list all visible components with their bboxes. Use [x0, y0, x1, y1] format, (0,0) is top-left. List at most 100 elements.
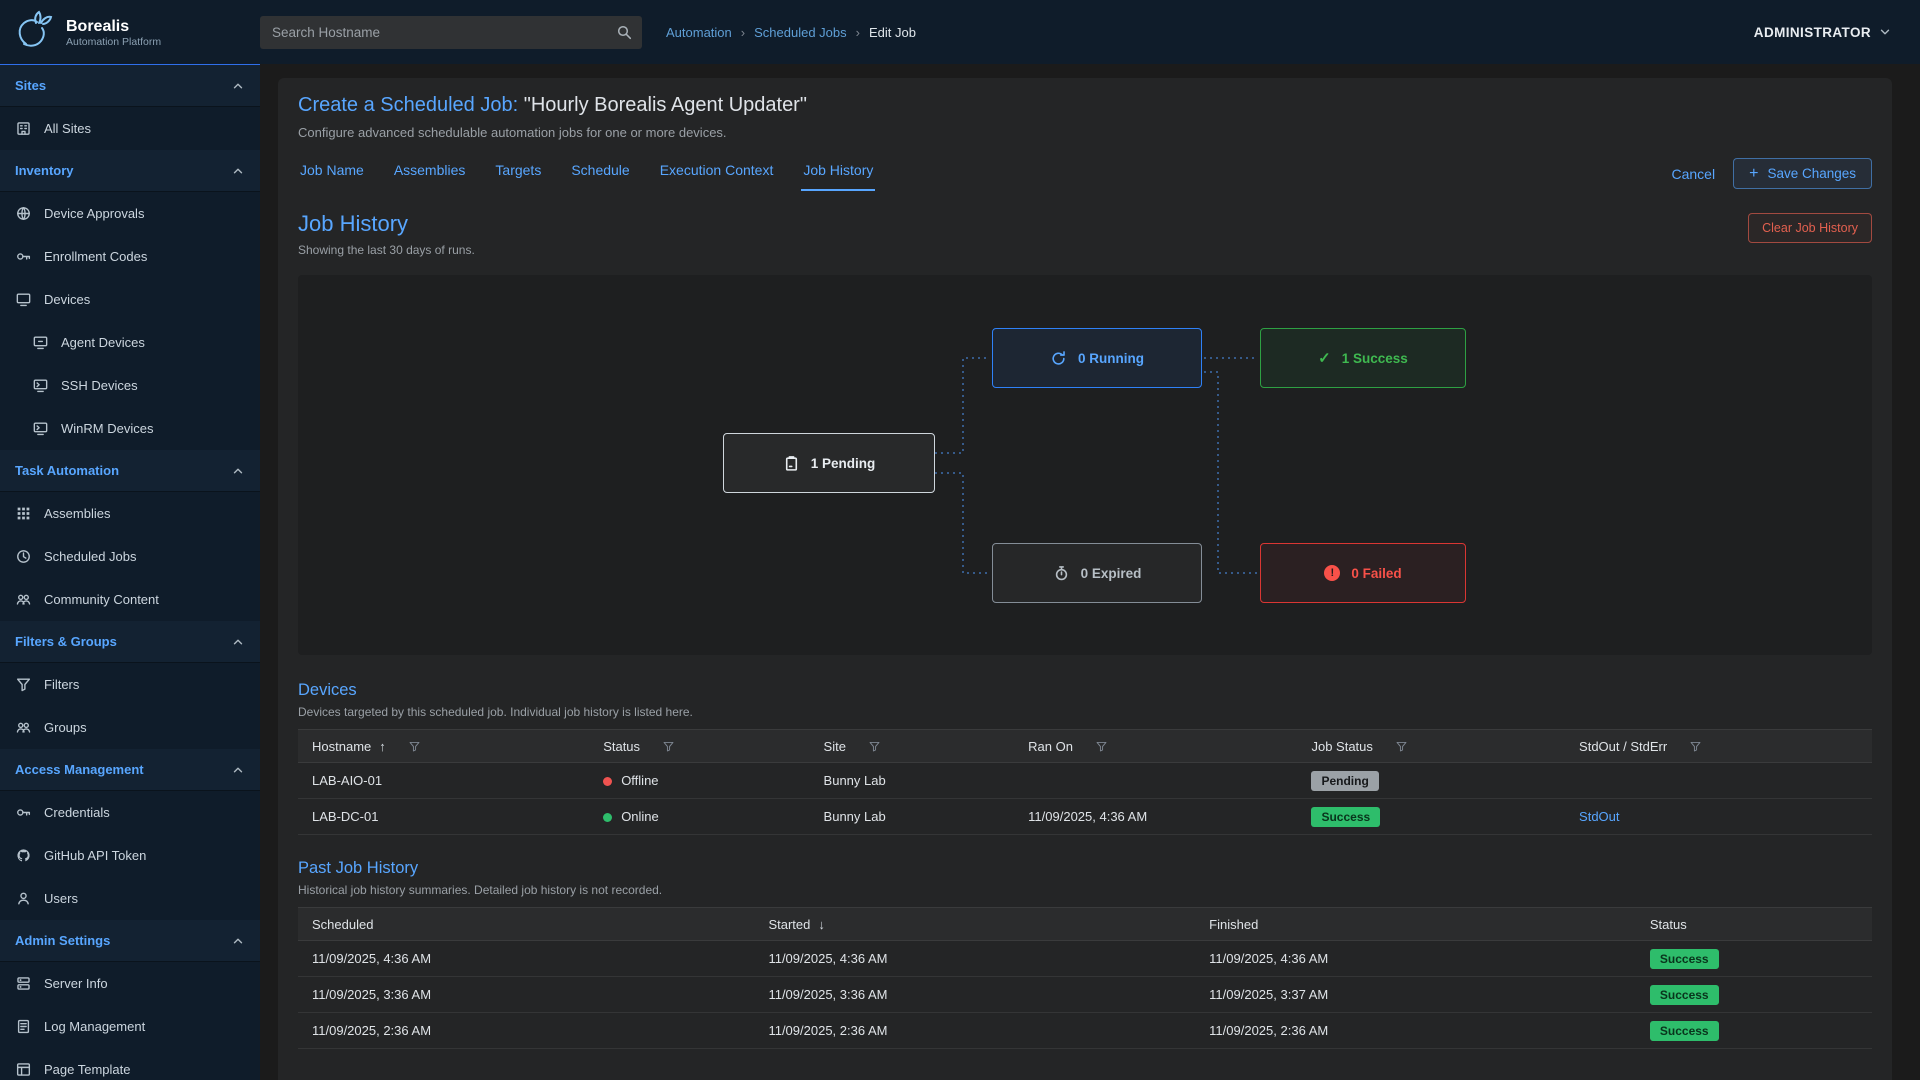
status-cell: Success — [1636, 977, 1872, 1013]
status-cell: Success — [1636, 941, 1872, 977]
col-stdout-stderr[interactable]: StdOut / StdErr — [1565, 730, 1872, 763]
sidebar-item-users[interactable]: Users — [0, 877, 260, 920]
sidebar-item-winrm-devices[interactable]: WinRM Devices — [0, 407, 260, 450]
sidebar-section-access-management[interactable]: Access Management — [0, 749, 260, 791]
column-filter-icon[interactable] — [868, 740, 881, 753]
sync-icon — [1050, 350, 1067, 367]
col-site[interactable]: Site — [810, 730, 1015, 763]
sidebar-item-all-sites[interactable]: All Sites — [0, 107, 260, 150]
column-filter-icon[interactable] — [1095, 740, 1108, 753]
groups-icon — [15, 719, 32, 736]
sidebar-item-groups[interactable]: Groups — [0, 706, 260, 749]
sidebar-item-page-template[interactable]: Page Template — [0, 1048, 260, 1080]
chevron-up-icon — [231, 164, 245, 178]
past-job-row[interactable]: 11/09/2025, 4:36 AM 11/09/2025, 4:36 AM … — [298, 941, 1872, 977]
sidebar-item-devices[interactable]: Devices — [0, 278, 260, 321]
sidebar-item-filters[interactable]: Filters — [0, 663, 260, 706]
past-table-header-row: Scheduled Started ↓ Finished Status — [298, 908, 1872, 941]
past-job-row[interactable]: 11/09/2025, 2:36 AM 11/09/2025, 2:36 AM … — [298, 1013, 1872, 1049]
failed-status-box[interactable]: ! 0 Failed — [1260, 543, 1466, 603]
sidebar-section-sites[interactable]: Sites — [0, 65, 260, 107]
col-status[interactable]: Status — [589, 730, 809, 763]
save-changes-button[interactable]: + Save Changes — [1733, 158, 1872, 189]
pending-status-box[interactable]: 1 Pending — [723, 433, 935, 493]
col-ran-on[interactable]: Ran On — [1014, 730, 1297, 763]
sidebar-item-enrollment-codes[interactable]: Enrollment Codes — [0, 235, 260, 278]
devices-table-header-row: Hostname ↑ Status Site Ran On Job Status — [298, 730, 1872, 763]
sidebar-item-assemblies[interactable]: Assemblies — [0, 492, 260, 535]
error-icon: ! — [1324, 565, 1340, 581]
col-job-status[interactable]: Job Status — [1297, 730, 1565, 763]
breadcrumb-automation[interactable]: Automation — [666, 25, 732, 40]
column-filter-icon[interactable] — [1395, 740, 1408, 753]
sidebar-item-community-content[interactable]: Community Content — [0, 578, 260, 621]
user-menu[interactable]: ADMINISTRATOR — [1754, 25, 1892, 40]
stopwatch-icon — [1053, 565, 1070, 582]
running-status-box[interactable]: 0 Running — [992, 328, 1202, 388]
col-finished[interactable]: Finished — [1195, 908, 1636, 941]
tab-assemblies[interactable]: Assemblies — [392, 156, 468, 191]
github-icon — [15, 847, 32, 864]
job-status-flow-diagram: 1 Pending 0 Running ✓ 1 Success 0 Expire… — [298, 275, 1872, 655]
sidebar: Sites All Sites Inventory Device Approva… — [0, 64, 260, 1080]
page-title-prefix: Create a Scheduled Job: — [298, 94, 518, 116]
check-icon: ✓ — [1318, 349, 1331, 367]
cancel-button[interactable]: Cancel — [1672, 166, 1716, 182]
success-badge: Success — [1650, 949, 1719, 969]
scheduled-cell: 11/09/2025, 4:36 AM — [298, 941, 754, 977]
sidebar-item-ssh-devices[interactable]: SSH Devices — [0, 364, 260, 407]
building-icon — [15, 120, 32, 137]
sort-desc-icon[interactable]: ↓ — [818, 917, 825, 932]
col-scheduled[interactable]: Scheduled — [298, 908, 754, 941]
search-input[interactable] — [260, 16, 642, 49]
top-bar: Borealis Automation Platform Automation … — [0, 0, 1920, 64]
tab-job-history[interactable]: Job History — [801, 156, 875, 191]
sidebar-section-admin-settings[interactable]: Admin Settings — [0, 920, 260, 962]
tab-execution-context[interactable]: Execution Context — [658, 156, 776, 191]
hostname-search[interactable] — [260, 16, 642, 49]
column-filter-icon[interactable] — [408, 740, 421, 753]
search-icon[interactable] — [616, 24, 633, 41]
filter-funnel-icon — [15, 676, 32, 693]
column-filter-icon[interactable] — [662, 740, 675, 753]
sidebar-section-inventory[interactable]: Inventory — [0, 150, 260, 192]
breadcrumb: Automation › Scheduled Jobs › Edit Job — [666, 25, 916, 40]
device-table-row[interactable]: LAB-AIO-01 Offline Bunny Lab Pending — [298, 763, 1872, 799]
tab-schedule[interactable]: Schedule — [569, 156, 631, 191]
sidebar-section-filters-groups[interactable]: Filters & Groups — [0, 621, 260, 663]
device-table-row[interactable]: LAB-DC-01 Online Bunny Lab 11/09/2025, 4… — [298, 799, 1872, 835]
sort-asc-icon[interactable]: ↑ — [379, 739, 386, 754]
sidebar-item-scheduled-jobs[interactable]: Scheduled Jobs — [0, 535, 260, 578]
col-status[interactable]: Status — [1636, 908, 1872, 941]
sidebar-section-task-automation[interactable]: Task Automation — [0, 450, 260, 492]
pending-badge: Pending — [1311, 771, 1378, 791]
past-job-history-heading: Past Job History — [298, 859, 1872, 878]
success-status-box[interactable]: ✓ 1 Success — [1260, 328, 1466, 388]
clear-job-history-button[interactable]: Clear Job History — [1748, 213, 1872, 243]
plus-icon: + — [1749, 167, 1758, 181]
tab-targets[interactable]: Targets — [493, 156, 543, 191]
sidebar-item-server-info[interactable]: Server Info — [0, 962, 260, 1005]
past-job-history-header: Past Job History Historical job history … — [298, 859, 1872, 897]
past-job-row[interactable]: 11/09/2025, 3:36 AM 11/09/2025, 3:36 AM … — [298, 977, 1872, 1013]
sidebar-item-credentials[interactable]: Credentials — [0, 791, 260, 834]
tab-job-name[interactable]: Job Name — [298, 156, 366, 191]
stdout-link[interactable]: StdOut — [1579, 809, 1619, 824]
breadcrumb-scheduled-jobs[interactable]: Scheduled Jobs — [754, 25, 847, 40]
expired-status-box[interactable]: 0 Expired — [992, 543, 1202, 603]
col-started[interactable]: Started ↓ — [754, 908, 1195, 941]
column-filter-icon[interactable] — [1689, 740, 1702, 753]
sidebar-item-github-api-token[interactable]: GitHub API Token — [0, 834, 260, 877]
status-cell: Success — [1636, 1013, 1872, 1049]
site-cell: Bunny Lab — [810, 799, 1015, 835]
sidebar-item-device-approvals[interactable]: Device Approvals — [0, 192, 260, 235]
col-hostname[interactable]: Hostname ↑ — [298, 730, 589, 763]
sidebar-item-agent-devices[interactable]: Agent Devices — [0, 321, 260, 364]
breadcrumb-separator: › — [741, 25, 745, 40]
past-job-history-table: Scheduled Started ↓ Finished Status 11/0… — [298, 907, 1872, 1049]
globe-check-icon — [15, 205, 32, 222]
past-job-history-subheading: Historical job history summaries. Detail… — [298, 883, 1872, 897]
hostname-cell: LAB-DC-01 — [298, 799, 589, 835]
sidebar-item-log-management[interactable]: Log Management — [0, 1005, 260, 1048]
chevron-up-icon — [231, 464, 245, 478]
